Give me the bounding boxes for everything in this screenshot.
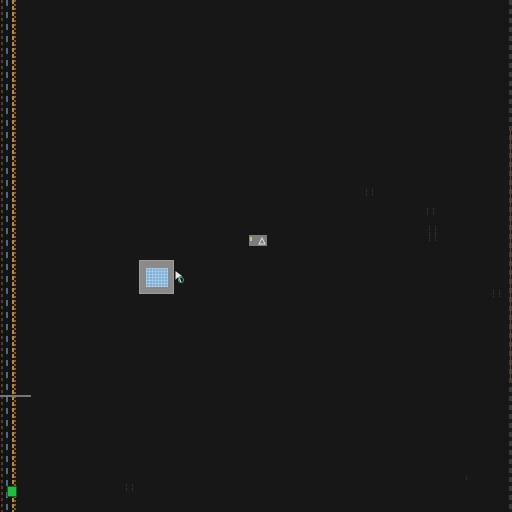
pointer-cursor-icon [174,269,186,284]
workspace-canvas[interactable]: ⁚ ⁚ ⁚ ⁚ ⁚ ⁚ ⁚ ⁚ ⁚ ⁚ ⁚ ⁚ ⁚ ⁚ ⁚ ⁚ ⁚ ⁚ ⁚ ⁚ … [0,0,512,512]
scrollbar-thumb[interactable] [510,130,511,380]
selected-block-object[interactable] [139,260,174,294]
ruler-rail [14,0,16,512]
left-ruler-strip [0,0,16,512]
dot-marker-icon[interactable]: ⁚ [466,477,468,481]
textured-block-icon [146,268,168,287]
ruler-rail [1,0,3,512]
block-indicator-icon [250,237,252,241]
dot-marker-icon[interactable]: ⁚ ⁚ ⁚ ⁚ [493,290,501,298]
small-block-object[interactable] [249,235,267,246]
small-block-icon [258,236,266,245]
horizontal-guide-tick[interactable] [0,395,31,397]
dot-marker-icon[interactable]: ⁚ ⁚ ⁚ ⁚ ⁚ ⁚ ⁚ ⁚ [429,226,437,242]
dot-marker-icon[interactable]: ⁚ ⁚ ⁚ ⁚ [366,189,374,197]
dot-marker-icon[interactable]: ⁚ ⁚ ⁚ ⁚ [126,484,134,492]
status-marker-icon[interactable] [7,486,17,497]
ruler-rail [6,0,8,512]
dot-marker-icon[interactable]: ⁚ ⁚ ⁚ ⁚ [427,208,435,216]
